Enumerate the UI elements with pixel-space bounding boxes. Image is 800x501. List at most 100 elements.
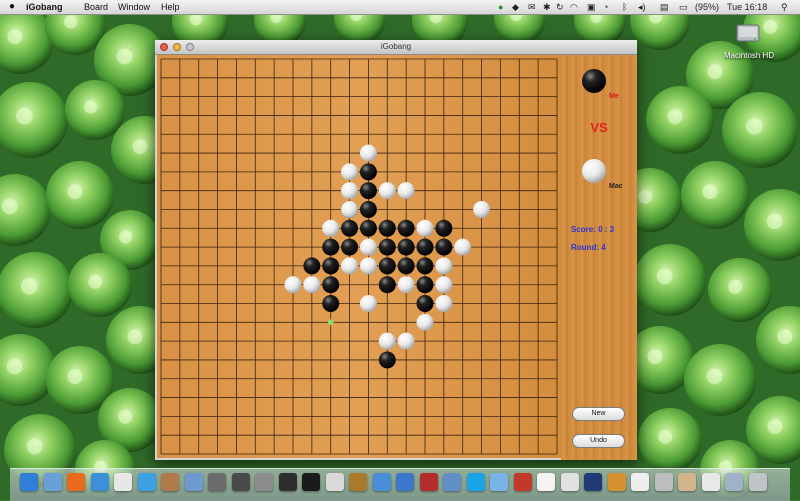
hard-drive-icon[interactable] — [736, 22, 760, 44]
player-stone-icon — [582, 69, 606, 93]
photos-icon[interactable] — [208, 473, 226, 491]
lock-icon[interactable]: ▣ — [587, 0, 596, 14]
menu-help[interactable]: Help — [161, 0, 180, 14]
contacts-icon[interactable] — [161, 473, 179, 491]
wallpaper-bubble-highlight — [118, 230, 133, 244]
photobooth-icon[interactable] — [419, 473, 438, 491]
white-stone — [435, 295, 453, 313]
notes-icon[interactable] — [537, 473, 555, 491]
new-game-button[interactable]: New — [572, 407, 625, 421]
documents-icon[interactable] — [701, 473, 720, 491]
black-stone — [341, 219, 359, 237]
skype-icon[interactable] — [466, 473, 485, 491]
terminal-icon[interactable] — [302, 473, 320, 491]
black-stone — [416, 238, 434, 256]
black-stone — [416, 276, 434, 294]
white-stone — [359, 257, 377, 275]
last-move-marker — [327, 319, 334, 326]
stack-icon[interactable] — [678, 473, 696, 491]
wallpaper-bubble-highlight — [767, 419, 783, 435]
systemprefs-icon[interactable] — [255, 473, 273, 491]
evernote-icon[interactable]: ◆ — [512, 0, 519, 14]
network-icon[interactable] — [90, 473, 109, 491]
black-stone — [435, 219, 453, 237]
dashboard-icon[interactable] — [231, 473, 250, 491]
wallpaper-bubble-highlight — [763, 19, 778, 34]
wallpaper-bubble-highlight — [132, 139, 148, 155]
chat-icon[interactable]: ✉ — [528, 0, 536, 14]
textedit-icon[interactable] — [631, 473, 649, 491]
docs-icon[interactable] — [560, 473, 579, 491]
wallpaper-bubble-highlight — [706, 368, 723, 385]
wallpaper-bubble-highlight — [1, 198, 18, 215]
dock — [10, 468, 790, 501]
safari-icon[interactable] — [396, 473, 414, 491]
xcode-icon[interactable] — [349, 473, 367, 491]
console-icon[interactable] — [325, 473, 344, 491]
finder-icon[interactable] — [20, 473, 38, 491]
white-stone — [397, 332, 415, 350]
activity-icon[interactable] — [278, 473, 297, 491]
apple-menu-icon[interactable]: ● — [9, 0, 15, 14]
utilities-icon[interactable] — [443, 473, 461, 491]
mail-icon[interactable] — [43, 473, 62, 491]
bluetooth-icon[interactable]: ᛒ — [622, 0, 627, 14]
time-machine-icon[interactable]: ◔ — [603, 0, 608, 14]
battery-icon[interactable]: ▭ — [679, 0, 688, 14]
wallpaper-bubble-highlight — [656, 268, 673, 285]
wallpaper-bubble-highlight — [63, 15, 78, 29]
photoshop-icon[interactable] — [584, 473, 602, 491]
white-stone — [397, 276, 415, 294]
black-stone — [322, 238, 340, 256]
messages-icon[interactable] — [490, 473, 508, 491]
menu-window[interactable]: Window — [118, 0, 150, 14]
white-stone — [416, 313, 434, 331]
black-stone — [435, 238, 453, 256]
undo-button[interactable]: Undo — [572, 434, 625, 448]
player-label: Me — [609, 93, 619, 100]
clock[interactable]: Tue 16:18 — [727, 0, 767, 14]
sync-icon[interactable]: ↻ — [556, 0, 564, 14]
window-titlebar[interactable]: iGobang — [155, 40, 637, 55]
wallpaper-bubble-highlight — [667, 109, 683, 125]
white-stone — [341, 163, 359, 181]
white-stone — [359, 295, 377, 313]
white-stone — [378, 182, 396, 200]
white-stone — [341, 182, 359, 200]
wifi-icon[interactable]: ◠ — [570, 0, 578, 14]
board-canvas[interactable] — [157, 55, 561, 458]
wallpaper-bubble-highlight — [15, 107, 33, 125]
menu-board[interactable]: Board — [84, 0, 108, 14]
menu-app[interactable]: iGobang — [26, 0, 63, 14]
wallpaper-bubble-highlight — [88, 274, 103, 289]
wallpaper-bubble-highlight — [745, 117, 763, 135]
wallpaper-bubble-highlight — [67, 184, 83, 200]
apps-icon[interactable] — [654, 473, 673, 491]
spotlight-icon[interactable]: ⚲ — [781, 0, 788, 14]
wallpaper-bubble-highlight — [67, 369, 83, 385]
black-stone — [397, 238, 415, 256]
bluetooth-status-icon[interactable]: ✱ — [543, 0, 551, 14]
wallpaper-bubble-highlight — [728, 279, 743, 294]
game-board[interactable] — [157, 55, 561, 458]
wallpaper-bubble-highlight — [26, 438, 43, 455]
firefox-icon[interactable] — [67, 473, 85, 491]
itunes-icon[interactable] — [137, 473, 156, 491]
weather-icon[interactable] — [607, 473, 626, 491]
volume-icon[interactable]: ◂) — [638, 0, 646, 14]
downloads-icon[interactable] — [725, 473, 743, 491]
dictionary-icon[interactable] — [513, 473, 532, 491]
calendar-icon[interactable] — [114, 473, 132, 491]
preview-icon[interactable] — [184, 473, 203, 491]
white-stone — [322, 219, 340, 237]
status-app-icon[interactable]: ● — [498, 0, 503, 14]
black-stone — [397, 257, 415, 275]
flag-icon[interactable]: ▤ — [660, 0, 669, 14]
wallpaper-bubble-highlight — [118, 409, 133, 424]
trash-icon[interactable] — [748, 473, 767, 491]
black-stone — [416, 257, 434, 275]
black-stone — [416, 295, 434, 313]
opponent-label: Mac — [609, 183, 623, 190]
round-text: Round: 4 — [571, 243, 606, 252]
games-icon[interactable] — [372, 473, 391, 491]
